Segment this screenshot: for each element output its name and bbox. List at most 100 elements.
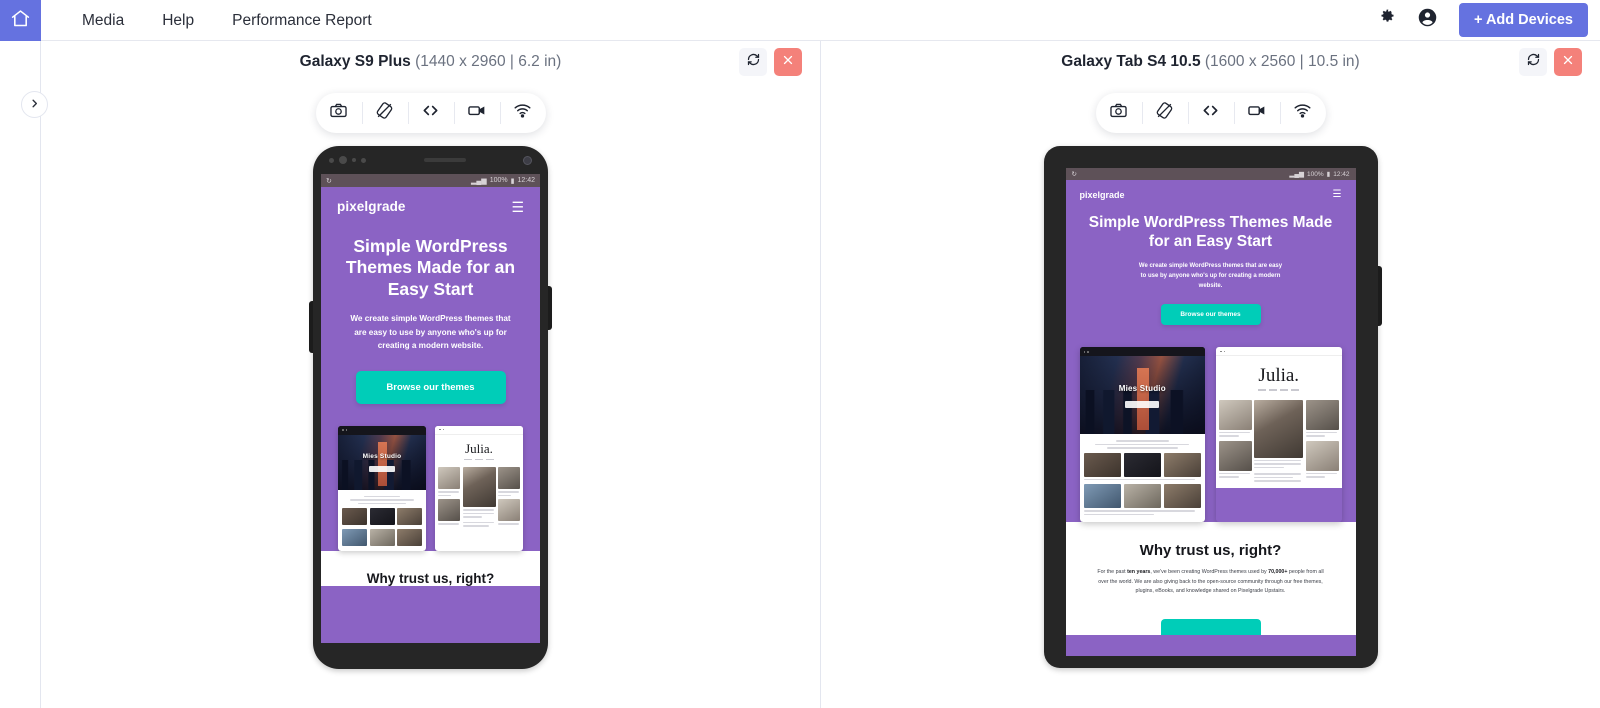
device-specs: (1600 x 2560 | 10.5 in) bbox=[1204, 53, 1360, 70]
top-toolbar-actions: + Add Devices bbox=[1367, 0, 1600, 40]
add-devices-button[interactable]: + Add Devices bbox=[1459, 3, 1588, 37]
text-placeholder-line bbox=[358, 502, 406, 505]
inspect-tool[interactable] bbox=[1187, 93, 1234, 133]
browse-themes-button[interactable]: Browse our themes bbox=[355, 370, 506, 404]
account-button[interactable] bbox=[1407, 0, 1447, 41]
browse-themes-button[interactable]: Browse our themes bbox=[1160, 304, 1261, 326]
trust-bold-people-count: 70,000+ bbox=[1268, 569, 1288, 576]
tablet-screen[interactable]: ↻ ▂▄▆ 100% ▮ 12:42 pixelgrade ☰ Simple W… bbox=[1065, 168, 1356, 656]
camera-icon bbox=[329, 101, 348, 125]
network-tool[interactable] bbox=[499, 93, 546, 133]
theme-card-mies-studio[interactable]: Mies Studio bbox=[1079, 347, 1205, 523]
device-title: Galaxy S9 Plus (1440 x 2960 | 6.2 in) bbox=[59, 53, 802, 71]
browser-dot bbox=[1223, 350, 1225, 353]
tablet-device-frame[interactable]: ↻ ▂▄▆ 100% ▮ 12:42 pixelgrade ☰ Simple W… bbox=[1043, 146, 1382, 668]
close-device-button[interactable] bbox=[774, 48, 802, 76]
theme-card-julia[interactable]: Julia. bbox=[1216, 347, 1342, 522]
rotate-screen-icon bbox=[375, 101, 394, 125]
network-tool[interactable] bbox=[1279, 93, 1326, 133]
refresh-button[interactable] bbox=[739, 48, 767, 76]
home-icon bbox=[10, 8, 31, 34]
inspect-tool[interactable] bbox=[407, 93, 454, 133]
text-placeholder-line bbox=[498, 491, 519, 493]
screenshot-tool[interactable] bbox=[1096, 93, 1142, 133]
text-placeholder-line bbox=[1219, 476, 1239, 478]
record-tool[interactable] bbox=[453, 93, 500, 133]
device-pane-galaxy-s9-plus: Galaxy S9 Plus (1440 x 2960 | 6.2 in) ↻ … bbox=[41, 41, 820, 708]
expand-sidebar-button[interactable] bbox=[21, 91, 48, 118]
screenshot-tool[interactable] bbox=[316, 93, 362, 133]
trust-heading: Why trust us, right? bbox=[366, 571, 495, 587]
text-placeholder-line bbox=[1254, 466, 1284, 469]
trust-bold-ten-years: ten years bbox=[1127, 569, 1151, 576]
grid-image bbox=[1305, 399, 1339, 430]
sensor-dot bbox=[329, 157, 334, 163]
nav-line bbox=[1291, 389, 1300, 391]
nav-item-help[interactable]: Help bbox=[143, 0, 213, 41]
text-placeholder-line bbox=[462, 525, 489, 527]
left-rail bbox=[0, 41, 48, 708]
record-tool[interactable] bbox=[1233, 93, 1280, 133]
phone-device-frame[interactable]: ↻ ▂▄▆ 100% ▮ 12:42 pixelgrade ☰ Simple W… bbox=[309, 146, 552, 669]
refresh-button[interactable] bbox=[1519, 48, 1547, 76]
thumb-image bbox=[342, 508, 367, 526]
site-header: pixelgrade ☰ bbox=[321, 187, 540, 218]
close-device-button[interactable] bbox=[1554, 48, 1582, 76]
website-preview[interactable]: pixelgrade ☰ Simple WordPress Themes Mad… bbox=[321, 187, 540, 643]
card-cta-shape bbox=[1125, 401, 1160, 409]
device-header-actions bbox=[739, 48, 802, 76]
rotate-tool[interactable] bbox=[361, 93, 408, 133]
tower-shape bbox=[1137, 368, 1150, 431]
thumb-image bbox=[1083, 484, 1121, 509]
text-placeholder-line bbox=[1254, 480, 1301, 482]
text-placeholder-line bbox=[1083, 478, 1196, 481]
card-nav-shapes bbox=[439, 458, 519, 461]
hero-heading: Simple WordPress Themes Made for an Easy… bbox=[345, 236, 516, 299]
nav-line bbox=[1280, 389, 1289, 391]
nav-item-media[interactable]: Media bbox=[63, 0, 143, 41]
device-specs: (1440 x 2960 | 6.2 in) bbox=[415, 53, 562, 70]
theme-card-mies-studio[interactable]: Mies Studio bbox=[338, 425, 426, 552]
wifi-icon bbox=[1293, 101, 1312, 125]
site-brand[interactable]: pixelgrade bbox=[337, 199, 406, 214]
theme-name-label: Mies Studio bbox=[362, 452, 402, 460]
text-placeholder-line bbox=[438, 491, 459, 493]
phone-screen[interactable]: ↻ ▂▄▆ 100% ▮ 12:42 pixelgrade ☰ Simple W… bbox=[321, 174, 540, 643]
hamburger-menu-icon[interactable]: ☰ bbox=[511, 200, 524, 214]
bottom-cta-shape[interactable] bbox=[1160, 618, 1261, 635]
device-name: Galaxy S9 Plus bbox=[299, 53, 411, 70]
top-toolbar: Media Help Performance Report + Add Devi… bbox=[0, 0, 1600, 41]
text-placeholder-line bbox=[1305, 476, 1326, 478]
text-placeholder-line bbox=[462, 521, 494, 524]
device-status-bar: ↻ ▂▄▆ 100% ▮ 12:42 bbox=[1065, 168, 1356, 180]
device-name: Galaxy Tab S4 10.5 bbox=[1061, 53, 1201, 70]
trust-text-part: For the past bbox=[1097, 569, 1128, 576]
status-time: 12:42 bbox=[1333, 170, 1350, 178]
nav-item-performance-report[interactable]: Performance Report bbox=[213, 0, 391, 41]
browser-dot bbox=[1220, 350, 1222, 353]
hero-subtext: We create simple WordPress themes that a… bbox=[1138, 262, 1283, 290]
tablet-frame-wrapper: ↻ ▂▄▆ 100% ▮ 12:42 pixelgrade ☰ Simple W… bbox=[1043, 146, 1382, 668]
text-placeholder-line bbox=[1305, 472, 1337, 475]
browser-dot bbox=[439, 428, 441, 431]
card-browser-bar bbox=[338, 425, 426, 435]
site-brand[interactable]: pixelgrade bbox=[1080, 190, 1125, 200]
grid-image bbox=[1219, 440, 1252, 471]
grid-column bbox=[1305, 399, 1339, 484]
hamburger-menu-icon[interactable]: ☰ bbox=[1333, 190, 1342, 200]
theme-card-julia[interactable]: Julia. bbox=[435, 425, 523, 552]
text-placeholder-line bbox=[1095, 443, 1190, 446]
refresh-icon bbox=[1526, 52, 1541, 72]
rotate-tool[interactable] bbox=[1141, 93, 1188, 133]
settings-button[interactable] bbox=[1367, 0, 1407, 41]
grid-image bbox=[438, 467, 460, 490]
card-thumb-row bbox=[342, 529, 422, 547]
status-time: 12:42 bbox=[517, 177, 535, 184]
website-preview[interactable]: pixelgrade ☰ Simple WordPress Themes Mad… bbox=[1065, 180, 1356, 656]
battery-icon: ▮ bbox=[1326, 171, 1331, 178]
home-button[interactable] bbox=[0, 0, 41, 41]
status-bar-right: ▂▄▆ 100% ▮ 12:42 bbox=[471, 177, 535, 185]
phone-frame-wrapper: ↻ ▂▄▆ 100% ▮ 12:42 pixelgrade ☰ Simple W… bbox=[309, 146, 552, 669]
thumb-image bbox=[369, 508, 395, 526]
theme-cards: Mies Studio Julia. bbox=[1066, 325, 1356, 523]
